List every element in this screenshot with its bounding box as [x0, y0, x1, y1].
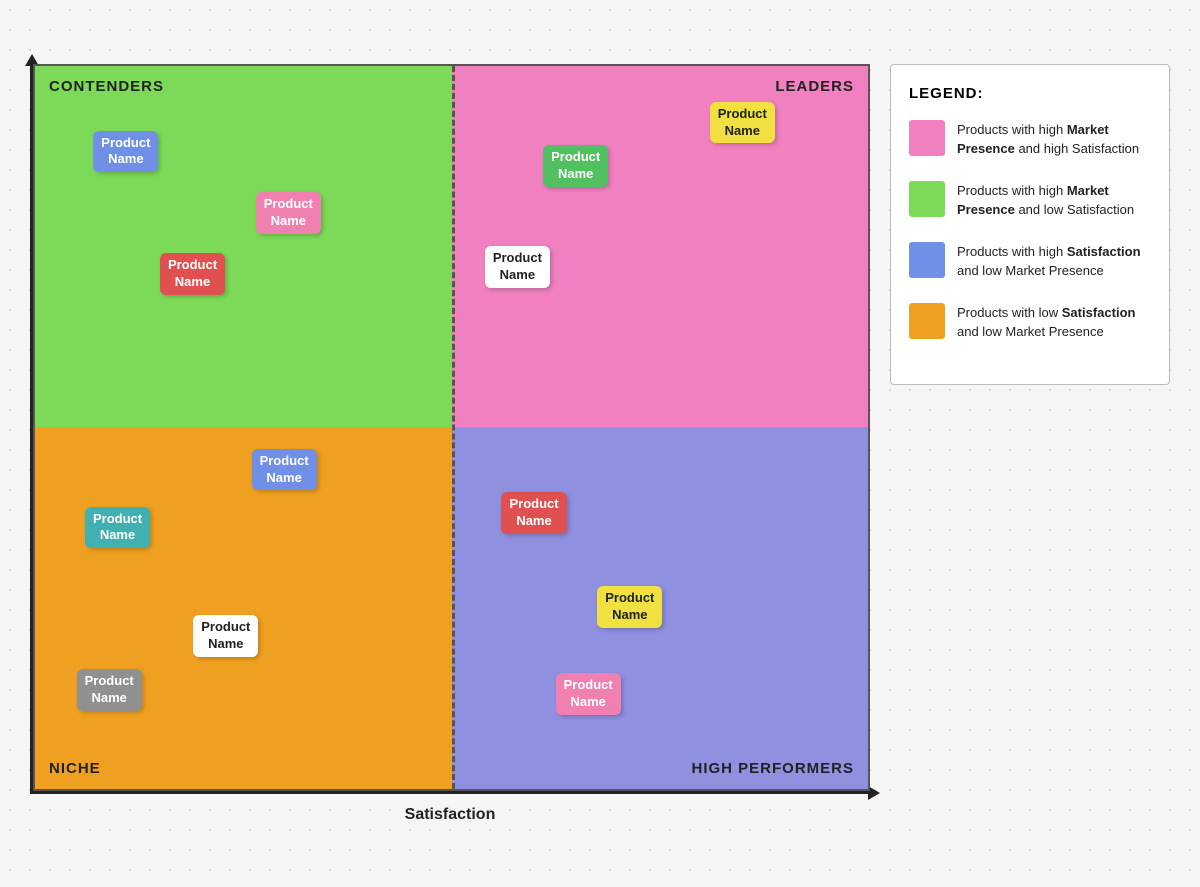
legend-item: Products with high Market Presence and l… [909, 181, 1151, 220]
product-tag[interactable]: ProductName [543, 145, 608, 187]
legend-text: Products with high Satisfaction and low … [957, 242, 1151, 281]
product-tag[interactable]: ProductName [160, 253, 225, 295]
grid-wrapper: Satisfaction CONTENDERS ProductName Prod… [30, 64, 870, 824]
legend-color-blue [909, 242, 945, 278]
product-tag[interactable]: ProductName [597, 586, 662, 628]
product-tag[interactable]: ProductName [485, 246, 550, 288]
main-container: Market Presence Satisfaction CONTENDERS … [10, 44, 1190, 844]
legend-item: Products with high Satisfaction and low … [909, 242, 1151, 281]
product-tag[interactable]: ProductName [77, 669, 142, 711]
quadrant-highperformers: HIGH PERFORMERS ProductName ProductName … [452, 427, 869, 789]
quadrant-grid: CONTENDERS ProductName ProductName Produ… [33, 64, 870, 791]
product-tag[interactable]: ProductName [556, 673, 621, 715]
product-tag[interactable]: ProductName [256, 192, 321, 234]
legend-text: Products with high Market Presence and h… [957, 120, 1151, 159]
legend-item: Products with low Satisfaction and low M… [909, 303, 1151, 342]
product-tag[interactable]: ProductName [193, 615, 258, 657]
x-axis-label: Satisfaction [405, 806, 496, 824]
legend-item: Products with high Market Presence and h… [909, 120, 1151, 159]
legend-text: Products with low Satisfaction and low M… [957, 303, 1151, 342]
product-tag[interactable]: ProductName [93, 131, 158, 173]
legend-text: Products with high Market Presence and l… [957, 181, 1151, 220]
quadrant-leaders: LEADERS ProductName ProductName ProductN… [452, 66, 869, 428]
quadrant-niche: NICHE ProductName ProductName ProductNam… [35, 427, 452, 789]
leaders-label: LEADERS [775, 78, 854, 95]
product-tag[interactable]: ProductName [252, 449, 317, 491]
legend-box: LEGEND: Products with high Market Presen… [890, 64, 1170, 385]
product-tag[interactable]: ProductName [85, 507, 150, 549]
niche-label: NICHE [49, 760, 101, 777]
chart-area: Market Presence Satisfaction CONTENDERS … [30, 64, 870, 824]
product-tag[interactable]: ProductName [710, 102, 775, 144]
legend-color-green [909, 181, 945, 217]
legend-color-orange [909, 303, 945, 339]
highperformers-label: HIGH PERFORMERS [691, 760, 854, 777]
product-tag[interactable]: ProductName [501, 492, 566, 534]
contenders-label: CONTENDERS [49, 78, 164, 95]
x-axis [30, 791, 870, 794]
quadrant-contenders: CONTENDERS ProductName ProductName Produ… [35, 66, 452, 428]
legend-color-pink [909, 120, 945, 156]
legend-title: LEGEND: [909, 85, 1151, 102]
